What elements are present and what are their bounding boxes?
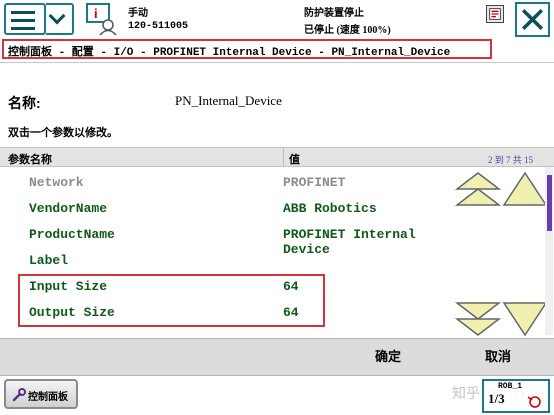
wrench-icon bbox=[12, 388, 26, 402]
increment-icon bbox=[527, 396, 541, 408]
page-indicator: 2 到 7 共 15 bbox=[488, 155, 534, 165]
instruction-text: 双击一个参数以修改。 bbox=[8, 127, 118, 139]
param-name: Network bbox=[29, 175, 84, 190]
page-down-icon[interactable] bbox=[455, 299, 501, 337]
hamburger-icon bbox=[11, 11, 35, 35]
table-row[interactable]: Label bbox=[0, 248, 450, 274]
table-row[interactable]: ProductName PROFINET Internal Device bbox=[0, 222, 450, 257]
page-up-icon[interactable] bbox=[455, 171, 501, 209]
program-window-icon[interactable] bbox=[486, 5, 504, 23]
param-name: VendorName bbox=[29, 201, 108, 216]
breadcrumb: 控制面板 - 配置 - I/O - PROFINET Internal Devi… bbox=[2, 39, 492, 59]
param-name: Label bbox=[29, 253, 69, 268]
column-header-parameter-name: 参数名称 bbox=[8, 154, 52, 166]
param-value: PROFINET bbox=[283, 175, 346, 190]
operator-robot-icon[interactable]: i bbox=[84, 2, 118, 36]
table-row[interactable]: Network PROFINET bbox=[0, 170, 450, 196]
scroll-down-icon[interactable] bbox=[502, 299, 548, 337]
chevron-down-icon bbox=[48, 7, 66, 25]
operating-mode: 手动 bbox=[128, 8, 148, 19]
svg-text:i: i bbox=[94, 6, 98, 21]
table-header: 参数名称 值 2 到 7 共 15 bbox=[0, 147, 554, 167]
taskbar-control-panel-label: 控制面板 bbox=[28, 392, 68, 403]
controller-id: 120-511005 bbox=[128, 21, 189, 32]
column-divider bbox=[283, 148, 284, 167]
safety-state: 防护装置停止 bbox=[304, 8, 364, 19]
quickset-fraction: 1/3 bbox=[488, 391, 505, 406]
param-name: ProductName bbox=[29, 227, 115, 242]
action-bar: 确定 取消 bbox=[0, 338, 554, 376]
quickset-mechanical-unit: ROB_1 bbox=[498, 382, 523, 391]
taskbar: 控制面板 知乎 @小苏 ROB_1 1/3 bbox=[0, 377, 554, 415]
status-header: i 手动 120-511005 防护装置停止 已停止 (速度 100%) bbox=[0, 0, 554, 38]
ok-button[interactable]: 确定 bbox=[360, 339, 416, 375]
close-icon[interactable] bbox=[515, 2, 550, 37]
taskbar-control-panel-button[interactable]: 控制面板 bbox=[4, 379, 78, 409]
instance-editor: 名称: PN_Internal_Device 双击一个参数以修改。 参数名称 值… bbox=[0, 62, 554, 337]
motor-status: 已停止 (速度 100%) bbox=[304, 25, 391, 36]
table-row[interactable]: VendorName ABB Robotics bbox=[0, 196, 450, 222]
instance-name-value: PN_Internal_Device bbox=[175, 93, 282, 108]
cancel-button[interactable]: 取消 bbox=[470, 339, 526, 375]
scrollbar-thumb[interactable] bbox=[547, 175, 552, 231]
quickset-button[interactable]: ROB_1 1/3 bbox=[482, 379, 550, 413]
abb-menu-button[interactable] bbox=[4, 3, 46, 35]
column-header-value: 值 bbox=[289, 154, 300, 166]
menu-expand-button[interactable] bbox=[46, 3, 74, 35]
param-value: ABB Robotics bbox=[283, 201, 377, 216]
highlight-box bbox=[18, 274, 325, 327]
scroll-up-icon[interactable] bbox=[502, 171, 548, 209]
name-label: 名称: bbox=[8, 95, 41, 111]
